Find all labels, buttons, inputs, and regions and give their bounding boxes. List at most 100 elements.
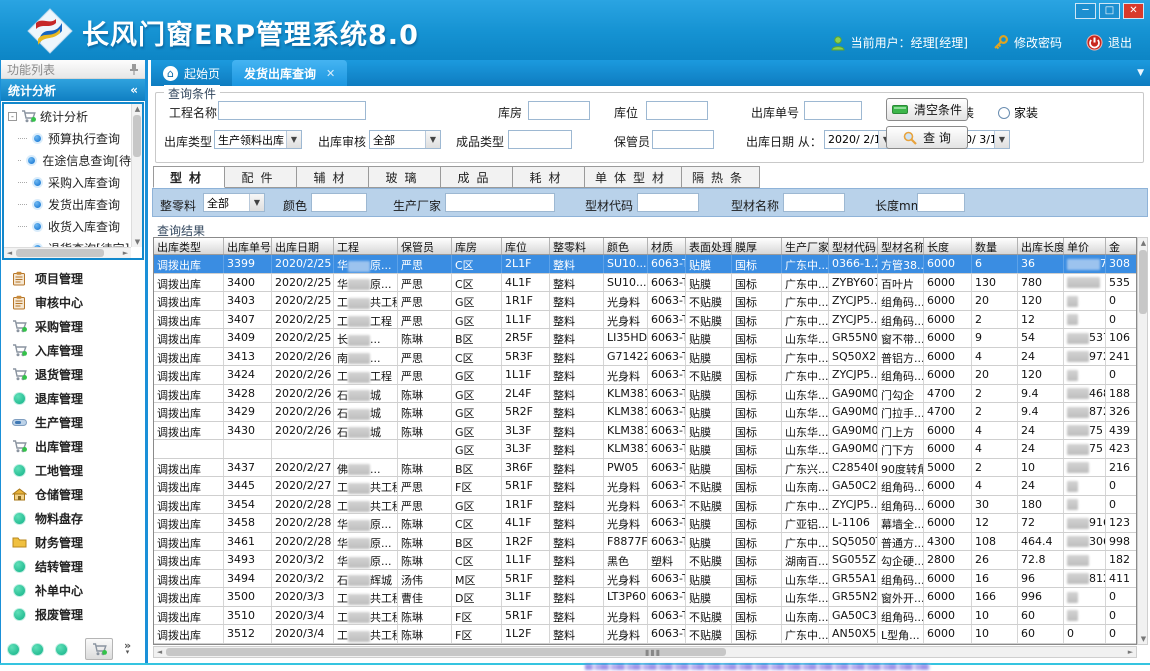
location-input[interactable] (646, 101, 708, 120)
material-tab-配件[interactable]: 配件 (225, 166, 297, 188)
column-header-型材名称[interactable]: 型材名称 (878, 238, 924, 254)
collapse-icon[interactable]: « (130, 83, 138, 97)
sidebar-module-项目管理[interactable]: 项目管理 (1, 266, 145, 290)
sidebar-module-出库管理[interactable]: 出库管理 (1, 434, 145, 458)
table-row[interactable]: 调拨出库34582020/2/28华原...陈琳C区4L1F整料光身料6063-… (154, 514, 1136, 533)
column-header-材质[interactable]: 材质 (648, 238, 686, 254)
material-tab-单体型材[interactable]: 单体型材 (585, 166, 682, 188)
sidebar-module-报废管理[interactable]: 报废管理 (1, 602, 145, 626)
profile-name-input[interactable] (783, 193, 845, 212)
change-password-button[interactable]: 修改密码 (992, 34, 1062, 51)
material-tab-型材[interactable]: 型材 (153, 166, 225, 188)
table-row[interactable]: 调拨出库35102020/3/4工共工程陈琳F区5R1F整料光身料6063-T5… (154, 607, 1136, 626)
tree-horizontal-scrollbar[interactable]: ◄ ► (4, 247, 131, 258)
column-header-出库类型[interactable]: 出库类型 (154, 238, 224, 254)
tree-item-预算执行查询[interactable]: 预算执行查询 (4, 127, 131, 149)
column-header-生产厂家[interactable]: 生产厂家 (782, 238, 829, 254)
length-input[interactable] (917, 193, 965, 212)
sidebar-module-结转管理[interactable]: 结转管理 (1, 554, 145, 578)
radio-jiazhuang[interactable]: 家装 (998, 104, 1038, 121)
table-row[interactable]: 调拨出库34612020/2/28华原...陈琳B区1R2F整料F8877FT6… (154, 533, 1136, 552)
product-type-input[interactable] (508, 130, 572, 149)
column-header-型材代码[interactable]: 型材代码 (829, 238, 878, 254)
column-header-颜色[interactable]: 颜色 (604, 238, 648, 254)
table-row[interactable]: 调拨出库34942020/3/2石辉城汤伟M区5R1F整料光身料6063-T5贴… (154, 570, 1136, 589)
tree-item-收货入库查询[interactable]: 收货入库查询 (4, 215, 131, 237)
minimize-button[interactable]: ─ (1075, 3, 1096, 19)
pin-icon[interactable] (129, 63, 139, 75)
table-row[interactable]: 调拨出库34092020/2/25长...陈琳B区2R5F整料LI35HD606… (154, 329, 1136, 348)
column-header-出库单号[interactable]: 出库单号 (224, 238, 272, 254)
column-header-工程[interactable]: 工程 (334, 238, 398, 254)
material-tab-隔热条[interactable]: 隔热条 (682, 166, 760, 188)
column-header-出库日期[interactable]: 出库日期 (272, 238, 334, 254)
sidebar-module-审核中心[interactable]: 审核中心 (1, 290, 145, 314)
sidebar-module-补单中心[interactable]: 补单中心 (1, 578, 145, 602)
tree-item-退货查询[待定][interactable]: 退货查询[待定] (4, 237, 131, 247)
table-row[interactable]: 调拨出库34072020/2/25工工程严思G区1L1F整料光身料6063-T5… (154, 311, 1136, 330)
table-row[interactable]: 调拨出库34282020/2/26石城陈琳G区2L4F整料KLM38176063… (154, 385, 1136, 404)
tree-item-在途信息查询[待[interactable]: 在途信息查询[待 (4, 149, 131, 171)
sidebar-module-工地管理[interactable]: 工地管理 (1, 458, 145, 482)
logout-button[interactable]: 退出 (1086, 34, 1132, 51)
table-row[interactable]: 调拨出库34132020/2/26南...严思C区5R3F整料G71422606… (154, 348, 1136, 367)
material-tab-玻璃[interactable]: 玻璃 (369, 166, 441, 188)
sidebar-quick-icon[interactable] (7, 643, 20, 656)
sidebar-cart-button[interactable] (85, 638, 113, 660)
search-button[interactable]: 查 询 (886, 126, 968, 149)
table-row[interactable]: 调拨出库34002020/2/25华原...严思C区4L1F整料SU10...6… (154, 274, 1136, 293)
manufacturer-input[interactable] (445, 193, 555, 212)
sidebar-module-物料盘存[interactable]: 物料盘存 (1, 506, 145, 530)
column-header-库房[interactable]: 库房 (452, 238, 502, 254)
sidebar-quick-icon[interactable] (55, 643, 68, 656)
table-row[interactable]: G区3L3F整料KLM38176063-T5贴膜国标山东华...GA90M09.… (154, 440, 1136, 459)
column-header-数量[interactable]: 数量 (972, 238, 1018, 254)
table-horizontal-scrollbar[interactable]: ◄ ▮▮▮ ► (153, 646, 1137, 658)
column-header-膜厚[interactable]: 膜厚 (732, 238, 782, 254)
sidebar-module-仓储管理[interactable]: 仓储管理 (1, 482, 145, 506)
profile-code-input[interactable] (637, 193, 699, 212)
maximize-button[interactable]: □ (1099, 3, 1120, 19)
tree-vertical-scrollbar[interactable]: ▲ ▼ (131, 104, 142, 247)
sidebar-module-入库管理[interactable]: 入库管理 (1, 338, 145, 362)
column-header-整零料[interactable]: 整零料 (550, 238, 604, 254)
audit-select[interactable]: 全部▼ (369, 130, 441, 149)
table-row[interactable]: 调拨出库34032020/2/25工共工程严思G区1R1F整料光身料6063-T… (154, 292, 1136, 311)
page-tab-起始页[interactable]: ⌂起始页 (151, 60, 232, 86)
tab-list-dropdown-icon[interactable]: ▼ (1137, 68, 1144, 78)
whole-part-select[interactable]: 全部▼ (203, 193, 265, 212)
table-row[interactable]: 调拨出库34292020/2/26石城陈琳G区5R2F整料KLM38176063… (154, 403, 1136, 422)
column-header-保管员[interactable]: 保管员 (398, 238, 452, 254)
outbound-type-select[interactable]: 生产领料出库▼ (214, 130, 302, 149)
column-header-单价[interactable]: 单价 (1064, 238, 1106, 254)
column-header-表面处理[interactable]: 表面处理 (686, 238, 732, 254)
table-row[interactable]: 调拨出库34302020/2/26石城陈琳G区3L3F整料KLM38176063… (154, 422, 1136, 441)
tree-item-发货出库查询[interactable]: 发货出库查询 (4, 193, 131, 215)
table-row[interactable]: 调拨出库35002020/3/3工共工程曹佳D区3L1F整料LT3P606063… (154, 588, 1136, 607)
sidebar-section-statistics[interactable]: 统计分析 « (1, 79, 145, 101)
tree-item-采购入库查询[interactable]: 采购入库查询 (4, 171, 131, 193)
color-input[interactable] (311, 193, 367, 212)
column-header-金[interactable]: 金 (1106, 238, 1137, 254)
sidebar-module-财务管理[interactable]: 财务管理 (1, 530, 145, 554)
order-no-input[interactable] (804, 101, 862, 120)
table-row[interactable]: 调拨出库34242020/2/26工工程严思G区1L1F整料光身料6063-T5… (154, 366, 1136, 385)
material-tab-耗材[interactable]: 耗材 (513, 166, 585, 188)
close-button[interactable]: ✕ (1123, 3, 1144, 19)
date-from-picker[interactable]: 2020/ 2/16▼ (824, 130, 894, 149)
tree-expander-icon[interactable]: - (8, 112, 17, 121)
clear-conditions-button[interactable]: 清空条件 (886, 98, 968, 121)
table-row[interactable]: 调拨出库35122020/3/4工共工程陈琳F区1L2F整料光身料6063-T5… (154, 625, 1136, 644)
sidebar-module-退货管理[interactable]: 退货管理 (1, 362, 145, 386)
tree-root-statistics[interactable]: - 统计分析 (4, 104, 131, 127)
column-header-库位[interactable]: 库位 (502, 238, 550, 254)
table-row[interactable]: 调拨出库34932020/3/2华原...陈琳C区1L1F整料黑色塑料不贴膜国标… (154, 551, 1136, 570)
sidebar-module-退库管理[interactable]: 退库管理 (1, 386, 145, 410)
table-vertical-scrollbar[interactable]: ▲ ▼ (1137, 237, 1148, 645)
page-tab-发货出库查询[interactable]: 发货出库查询✕ (232, 60, 347, 86)
column-header-出库长度[interactable]: 出库长度 (1018, 238, 1064, 254)
material-tab-辅材[interactable]: 辅材 (297, 166, 369, 188)
table-row[interactable]: 调拨出库33992020/2/25华原...严思C区2L1F整料SU10...6… (154, 255, 1136, 274)
table-row[interactable]: 调拨出库34452020/2/27工共工程严思F区5R1F整料光身料6063-T… (154, 477, 1136, 496)
sidebar-module-生产管理[interactable]: 生产管理 (1, 410, 145, 434)
